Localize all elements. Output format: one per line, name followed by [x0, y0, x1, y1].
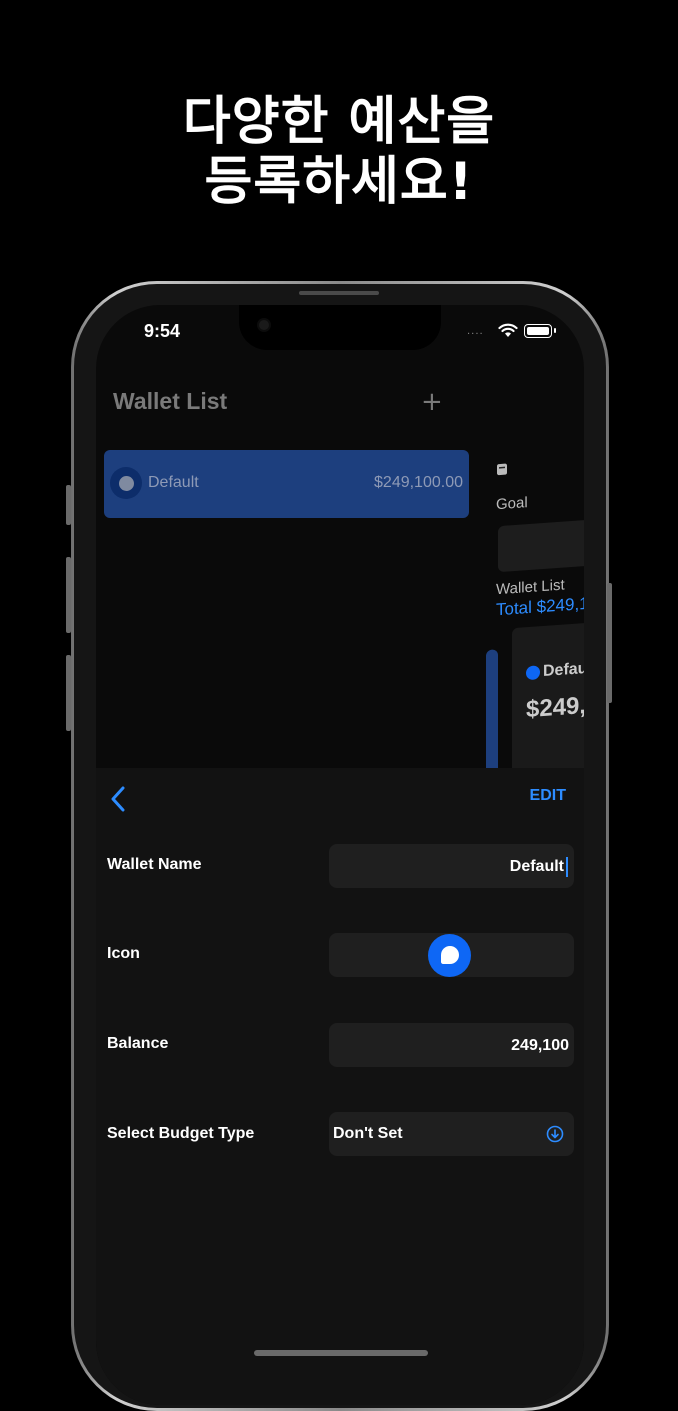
wallet-name-field[interactable]: Default: [329, 844, 574, 888]
peek-wallet-list-title: Wallet List: [496, 576, 565, 599]
side-button-volume-up: [66, 557, 71, 633]
status-time: 9:54: [144, 321, 181, 341]
icon-label: Icon: [107, 945, 140, 962]
peek-total: Total $249,1: [496, 593, 584, 620]
side-button-power: [607, 583, 612, 703]
text-caret: [566, 857, 568, 877]
phone-screen: 9:54 ···· Wallet List + Default $249,100…: [96, 305, 584, 1405]
icon-picker-field[interactable]: [329, 933, 574, 977]
goal-label: Goal: [496, 494, 528, 514]
wallet-item-amount: $249,100.00: [374, 474, 463, 491]
side-button-volume-down: [66, 655, 71, 731]
balance-label: Balance: [107, 1035, 169, 1052]
battery-icon: [524, 324, 556, 338]
wallet-detail-sheet: EDIT Wallet Name Default Icon Balance 24…: [96, 768, 584, 1405]
wallet-icon-preview[interactable]: [428, 934, 471, 977]
peek-wallet-amount: $249,1: [526, 691, 584, 724]
home-indicator[interactable]: [254, 1350, 428, 1356]
peek-wallet-name: Defaul: [543, 659, 584, 681]
budget-type-select[interactable]: Don't Set: [329, 1112, 574, 1156]
chevron-down-circle-icon: [546, 1125, 564, 1143]
chevron-left-icon[interactable]: [110, 786, 126, 812]
signal-icon: ····: [467, 329, 484, 340]
wallet-list-title: Wallet List: [113, 388, 228, 414]
side-button-action: [66, 485, 71, 525]
headline-line-1: 다양한 예산을: [182, 92, 496, 152]
wallet-name-label: Wallet Name: [107, 856, 202, 873]
edit-button[interactable]: EDIT: [530, 787, 566, 805]
next-screen-preview: Goal Wallet List Total $249,1 Defaul $24…: [486, 447, 584, 790]
headline-line-2: 등록하세요!: [204, 152, 474, 212]
wallet-list-item[interactable]: Default $249,100.00: [104, 450, 469, 518]
dynamic-island: [239, 305, 441, 350]
budget-type-label: Select Budget Type: [107, 1125, 255, 1142]
wallet-small-icon: [497, 463, 507, 476]
wallet-item-name: Default: [148, 474, 199, 491]
wifi-icon: [498, 323, 518, 337]
add-wallet-button[interactable]: +: [421, 389, 443, 415]
wallet-icon: [110, 467, 142, 499]
front-camera: [259, 320, 269, 330]
promo-headline: 다양한 예산을 등록하세요!: [0, 92, 678, 212]
wallet-name-value: Default: [509, 858, 564, 875]
balance-value: 249,100: [511, 1037, 569, 1054]
speaker-grille: [299, 291, 379, 295]
balance-field[interactable]: 249,100: [329, 1023, 574, 1067]
goal-card: [498, 519, 584, 573]
budget-type-value: Don't Set: [333, 1125, 403, 1142]
